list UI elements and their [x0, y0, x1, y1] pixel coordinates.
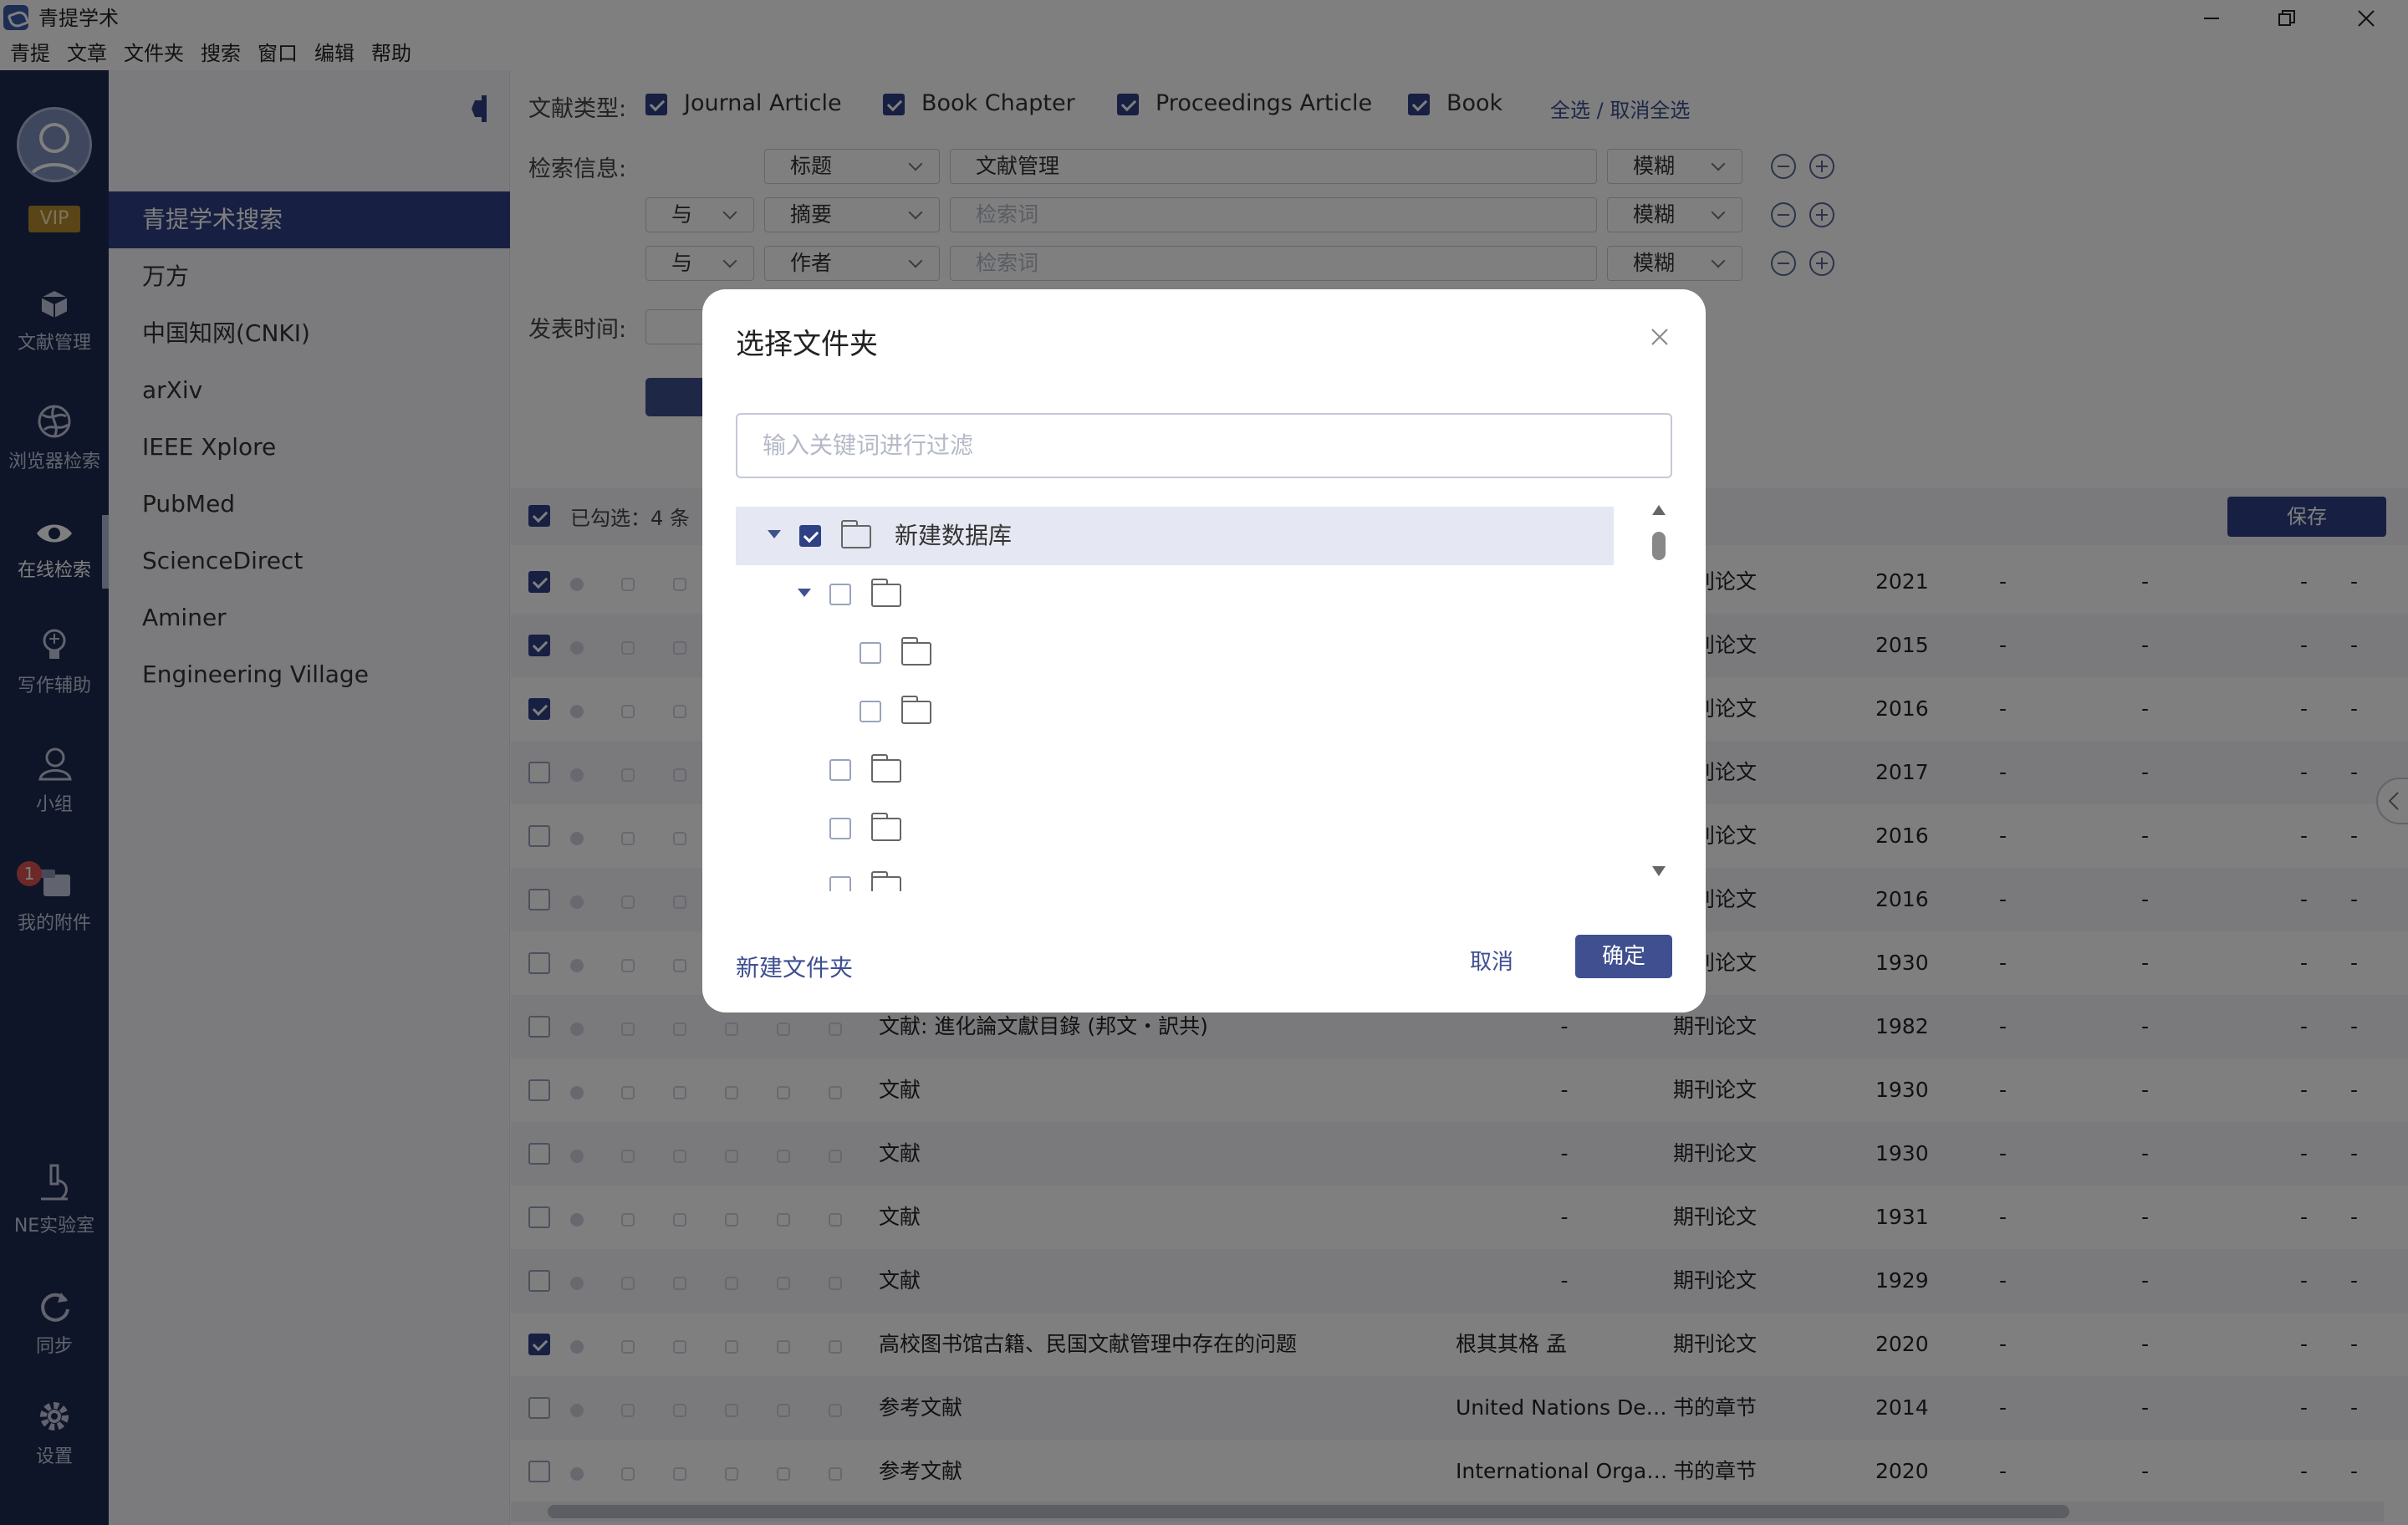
tree-node[interactable] [736, 565, 1614, 624]
tree-node-checkbox[interactable] [829, 584, 851, 605]
folder-icon [841, 520, 871, 548]
folder-filter-input[interactable]: 输入关键词进行过滤 [736, 413, 1672, 478]
folder-icon [871, 813, 901, 841]
folder-icon [871, 579, 901, 607]
folder-tree: 新建数据库 [736, 507, 1622, 891]
tree-node-checkbox[interactable] [860, 642, 881, 664]
folder-icon [871, 754, 901, 783]
tree-node[interactable] [736, 624, 1614, 682]
tree-scroll-down-button[interactable] [1652, 866, 1666, 876]
new-folder-link[interactable]: 新建文件夹 [736, 950, 853, 983]
tree-node[interactable] [736, 858, 1614, 891]
folder-icon [901, 696, 931, 724]
tree-node-checkbox[interactable] [829, 818, 851, 839]
close-icon [1651, 329, 1668, 345]
select-folder-dialog: 选择文件夹 输入关键词进行过滤 新建数据库 新建文件夹 取消 确定 [702, 289, 1706, 1012]
dialog-title: 选择文件夹 [736, 328, 878, 361]
tree-node-checkbox[interactable] [829, 876, 851, 891]
tree-node-root-label: 新建数据库 [895, 522, 1013, 549]
folder-icon [901, 637, 931, 666]
dialog-close-button[interactable] [1647, 324, 1672, 349]
chevron-down-icon[interactable] [768, 530, 781, 538]
tree-node[interactable] [736, 741, 1614, 799]
tree-scroll-up-button[interactable] [1652, 505, 1666, 515]
tree-node[interactable] [736, 799, 1614, 858]
tree-node-checkbox[interactable] [860, 701, 881, 722]
folder-icon [871, 871, 901, 891]
ok-button[interactable]: 确定 [1575, 935, 1672, 978]
tree-node-checkbox[interactable] [829, 759, 851, 781]
tree-node-root[interactable]: 新建数据库 [736, 507, 1614, 565]
cancel-button[interactable]: 取消 [1470, 941, 1513, 983]
tree-node[interactable] [736, 682, 1614, 741]
tree-node-root-checkbox[interactable] [799, 525, 821, 547]
chevron-down-icon[interactable] [798, 589, 811, 597]
tree-scroll-thumb[interactable] [1652, 532, 1666, 560]
